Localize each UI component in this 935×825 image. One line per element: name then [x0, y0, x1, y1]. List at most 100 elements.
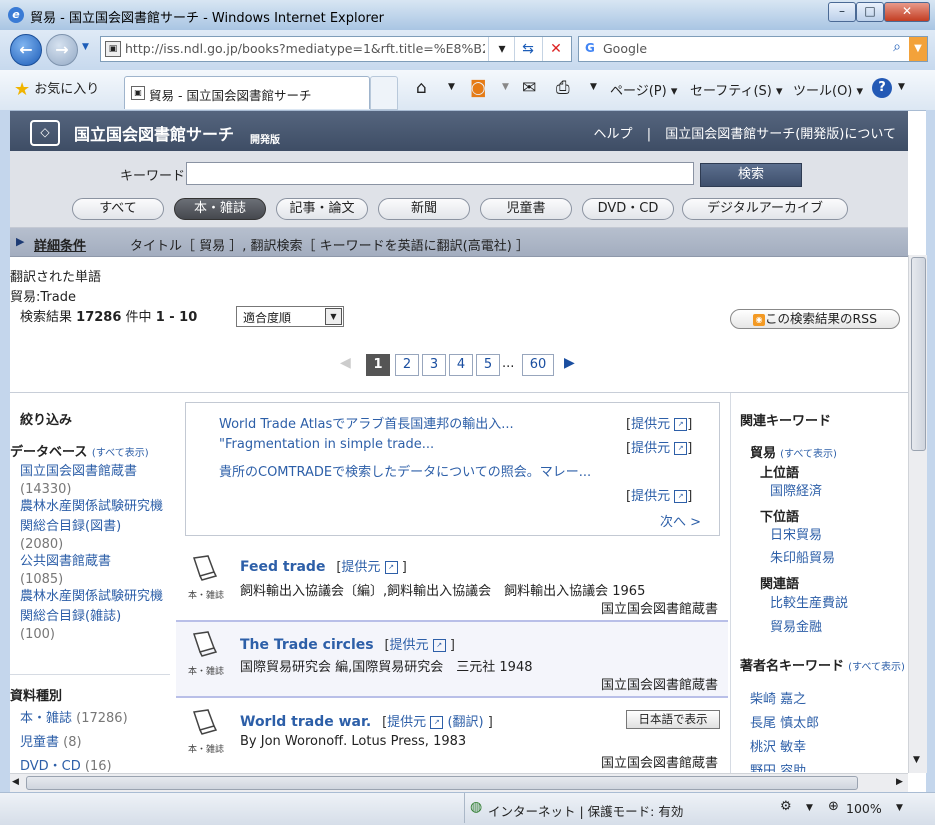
- rss-button[interactable]: ◉ この検索結果のRSS: [730, 309, 900, 329]
- record-title-link[interactable]: Feed trade: [240, 559, 325, 575]
- vertical-scrollbar[interactable]: ▼: [908, 255, 927, 773]
- page-4[interactable]: 4: [449, 354, 473, 376]
- database-item-maff-books[interactable]: 農林水産関係試験研究機関総合目録(図書): [20, 497, 174, 537]
- tab-children[interactable]: 児童書: [480, 198, 572, 220]
- search-button[interactable]: 検索: [700, 163, 802, 187]
- related-item-3-provider-link[interactable]: 提供元: [631, 489, 670, 504]
- narrower-term[interactable]: 朱印船貿易: [770, 547, 835, 566]
- related-term[interactable]: 貿易金融: [770, 616, 822, 635]
- zone-settings-icon[interactable]: ⚙: [780, 799, 792, 814]
- tab-newspapers[interactable]: 新聞: [378, 198, 470, 220]
- sort-dropdown-icon[interactable]: ▼: [325, 308, 342, 325]
- zone-dropdown-icon[interactable]: ▼: [806, 803, 813, 813]
- security-zone[interactable]: インターネット | 保護モード: 有効: [488, 801, 683, 820]
- related-term[interactable]: 比較生産費説: [770, 592, 848, 611]
- database-item-ndl[interactable]: 国立国会図書館蔵書: [20, 462, 174, 482]
- page-menu[interactable]: ページ(P) ▾: [610, 80, 677, 99]
- author-keyword[interactable]: 桃沢 敏幸: [750, 736, 806, 755]
- tools-menu[interactable]: ツール(O) ▾: [793, 80, 863, 99]
- search-box[interactable]: G Google ⌕ ▼: [578, 36, 928, 62]
- keyword-show-all-link[interactable]: (すべて表示): [780, 449, 837, 460]
- related-item-2-provider-link[interactable]: 提供元: [631, 441, 670, 456]
- scroll-right-icon[interactable]: ▶: [896, 777, 903, 787]
- type-item-children[interactable]: 児童書 (8): [20, 731, 180, 755]
- author-keyword[interactable]: 長尾 慎太郎: [750, 712, 819, 731]
- author-keyword[interactable]: 柴崎 嘉之: [750, 688, 806, 707]
- next-page-icon[interactable]: ▶: [564, 355, 575, 371]
- site-name[interactable]: 国立国会図書館サーチ: [74, 121, 234, 145]
- record-provider-link[interactable]: 提供元: [387, 715, 426, 730]
- back-button[interactable]: ←: [10, 34, 42, 66]
- magnifier-icon[interactable]: ⌕: [893, 39, 901, 55]
- database-item-maff-serials[interactable]: 農林水産関係試験研究機関総合目録(雑誌): [20, 587, 174, 627]
- related-item-2[interactable]: "Fragmentation in simple trade...: [219, 437, 434, 452]
- record-title-link[interactable]: World trade war.: [240, 714, 371, 730]
- show-japanese-button[interactable]: 日本語で表示: [626, 710, 720, 729]
- forward-button[interactable]: →: [46, 34, 78, 66]
- print-dropdown-icon[interactable]: ▼: [590, 82, 597, 92]
- rss-feed-icon[interactable]: ◙: [470, 78, 487, 98]
- browser-tab[interactable]: ▣ 貿易 - 国立国会図書館サーチ: [124, 76, 370, 109]
- help-link[interactable]: ヘルプ: [594, 127, 633, 142]
- tab-books[interactable]: 本・雑誌: [174, 198, 266, 220]
- search-engine-name[interactable]: Google: [603, 41, 647, 56]
- narrower-term[interactable]: 日宋貿易: [770, 524, 822, 543]
- broader-term[interactable]: 国際経済: [770, 480, 822, 499]
- scroll-down-icon[interactable]: ▼: [913, 755, 920, 765]
- zoom-icon[interactable]: ⊕: [828, 799, 839, 814]
- database-show-all-link[interactable]: (すべて表示): [92, 448, 149, 459]
- address-url[interactable]: http://iss.ndl.go.jp/books?mediatype=1&r…: [125, 41, 485, 56]
- zoom-level[interactable]: 100%: [846, 801, 882, 816]
- history-dropdown-icon[interactable]: ▼: [82, 42, 89, 52]
- keyword-input[interactable]: [186, 162, 694, 185]
- mail-icon[interactable]: ✉: [522, 78, 536, 98]
- address-bar[interactable]: ▣ http://iss.ndl.go.jp/books?mediatype=1…: [100, 36, 572, 62]
- help-icon[interactable]: ?: [872, 78, 892, 98]
- tab-articles[interactable]: 記事・論文: [276, 198, 368, 220]
- record-provider-link[interactable]: 提供元: [341, 560, 380, 575]
- search-options-dropdown-icon[interactable]: ▼: [909, 37, 927, 61]
- stop-icon[interactable]: ✕: [542, 37, 569, 61]
- related-next-link[interactable]: 次へ >: [660, 511, 701, 530]
- zoom-dropdown-icon[interactable]: ▼: [896, 803, 903, 813]
- favorites-button[interactable]: ★ お気に入り: [14, 78, 99, 100]
- feed-dropdown-icon[interactable]: ▼: [502, 82, 509, 92]
- related-item-3[interactable]: 貴所のCOMTRADEで検索したデータについての照会。マレー...: [219, 461, 591, 480]
- type-item-books[interactable]: 本・雑誌 (17286): [20, 707, 180, 731]
- sort-select[interactable]: 適合度順 ▼: [236, 306, 344, 327]
- horizontal-scrollbar[interactable]: ◀ ▶: [10, 773, 908, 792]
- page-last[interactable]: 60: [522, 354, 554, 376]
- expand-triangle-icon[interactable]: ▶: [16, 235, 24, 248]
- author-show-all-link[interactable]: (すべて表示): [848, 662, 905, 673]
- page-2[interactable]: 2: [395, 354, 419, 376]
- safety-menu[interactable]: セーフティ(S) ▾: [690, 80, 783, 99]
- record-title-link[interactable]: The Trade circles: [240, 637, 374, 653]
- author-keyword[interactable]: 野田 容助: [750, 760, 806, 772]
- detail-conditions-link[interactable]: 詳細条件: [34, 235, 86, 254]
- database-item-public[interactable]: 公共図書館蔵書: [20, 552, 174, 572]
- print-icon[interactable]: ⎙: [556, 78, 570, 98]
- tab-all[interactable]: すべて: [72, 198, 164, 220]
- scroll-left-icon[interactable]: ◀: [12, 777, 19, 787]
- compat-view-icon[interactable]: ▾: [488, 37, 515, 61]
- tab-digital-archive[interactable]: デジタルアーカイブ: [682, 198, 848, 220]
- close-button[interactable]: ✕: [884, 2, 930, 22]
- related-item-1-provider-link[interactable]: 提供元: [631, 417, 670, 432]
- record-provider-link[interactable]: 提供元: [390, 638, 429, 653]
- page-3[interactable]: 3: [422, 354, 446, 376]
- record-translate-link[interactable]: (翻訳): [447, 715, 483, 730]
- ndl-logo-icon[interactable]: ◇: [30, 120, 60, 146]
- about-link[interactable]: 国立国会図書館サーチ(開発版)について: [665, 127, 896, 142]
- minimize-button[interactable]: –: [828, 2, 856, 22]
- help-dropdown-icon[interactable]: ▼: [898, 82, 905, 92]
- vertical-scroll-thumb[interactable]: [911, 257, 926, 451]
- tab-dvd-cd[interactable]: DVD・CD: [582, 198, 674, 220]
- page-5[interactable]: 5: [476, 354, 500, 376]
- related-item-1[interactable]: World Trade Atlasでアラブ首長国連邦の輸出入...: [219, 413, 514, 432]
- home-icon[interactable]: ⌂: [416, 78, 427, 98]
- page-1[interactable]: 1: [366, 354, 390, 376]
- horizontal-scroll-thumb[interactable]: [26, 776, 858, 790]
- new-tab-button[interactable]: [370, 76, 398, 110]
- home-dropdown-icon[interactable]: ▼: [448, 82, 455, 92]
- refresh-icon[interactable]: ⇆: [514, 37, 541, 61]
